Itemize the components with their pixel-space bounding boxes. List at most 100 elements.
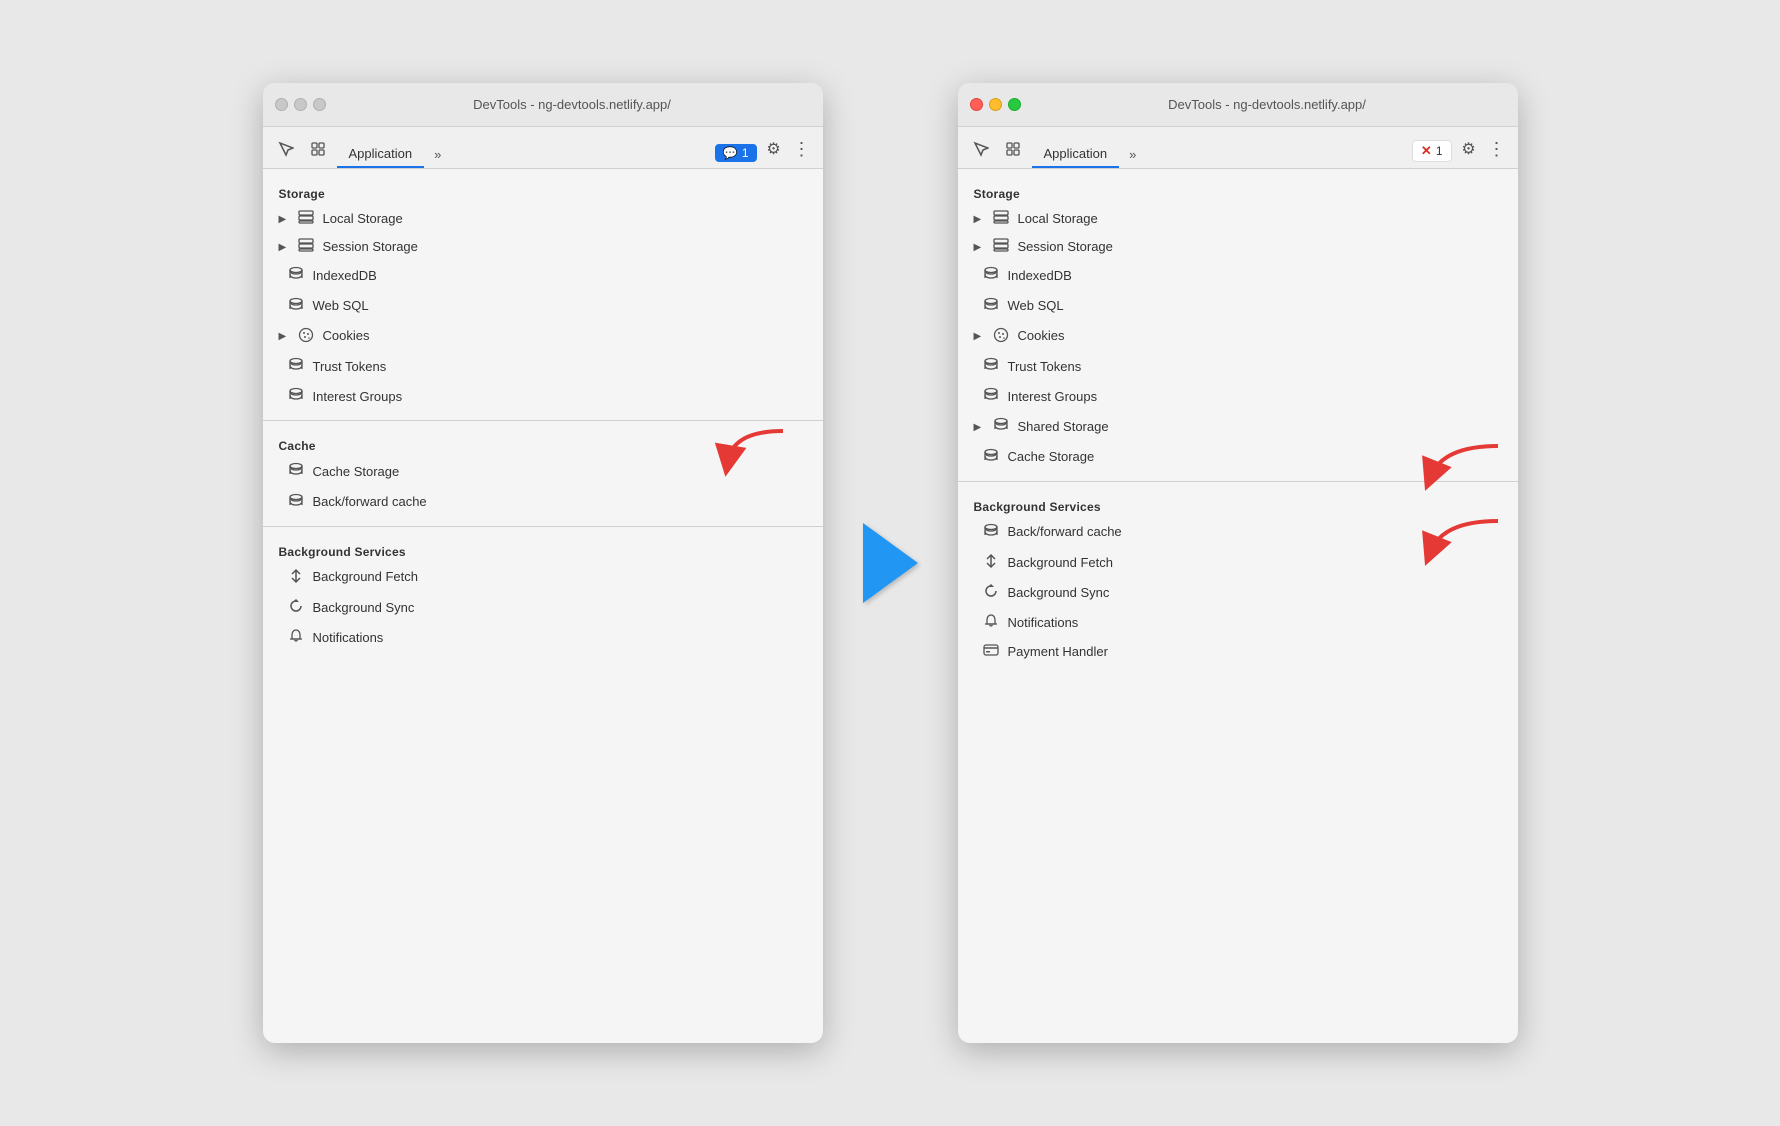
left-backforward-cache-icon	[287, 493, 305, 513]
left-gear-icon[interactable]: ⚙	[761, 136, 787, 162]
left-session-storage-item[interactable]: ▶ Session Storage	[263, 233, 823, 261]
right-bg-fetch-item[interactable]: Background Fetch	[958, 548, 1518, 578]
left-background-header: Background Services	[263, 535, 823, 563]
right-websql-item[interactable]: Web SQL	[958, 292, 1518, 322]
left-cache-section-container: Cache	[263, 429, 823, 457]
right-local-storage-item[interactable]: ▶ Local Storage	[958, 205, 1518, 233]
left-session-storage-icon	[297, 238, 315, 256]
left-cache-storage-item[interactable]: Cache Storage	[263, 457, 823, 487]
left-tl-close[interactable]	[275, 98, 288, 111]
left-trust-tokens-label: Trust Tokens	[313, 359, 807, 376]
right-session-storage-arrow: ▶	[974, 241, 984, 254]
right-background-header: Background Services	[958, 490, 1518, 518]
left-bg-fetch-item[interactable]: Background Fetch	[263, 563, 823, 593]
blue-arrow-shape	[863, 523, 918, 603]
left-more-icon[interactable]: ⋮	[791, 136, 813, 162]
left-websql-item[interactable]: Web SQL	[263, 292, 823, 322]
left-badge[interactable]: 💬 1	[715, 144, 757, 162]
left-notifications-label: Notifications	[313, 630, 807, 647]
right-cookies-icon	[992, 327, 1010, 347]
right-cache-storage-icon	[982, 448, 1000, 468]
left-interest-groups-item[interactable]: Interest Groups	[263, 382, 823, 412]
right-cache-storage-item[interactable]: Cache Storage	[958, 443, 1518, 473]
left-bg-sync-label: Background Sync	[313, 600, 807, 617]
right-tl-max[interactable]	[1008, 98, 1021, 111]
right-title-bar: DevTools - ng-devtools.netlify.app/	[958, 83, 1518, 127]
right-payment-handler-item[interactable]: Payment Handler	[958, 638, 1518, 666]
left-bg-sync-item[interactable]: Background Sync	[263, 593, 823, 623]
right-backforward-cache-item[interactable]: Back/forward cache	[958, 518, 1518, 548]
left-backforward-cache-item[interactable]: Back/forward cache	[263, 488, 823, 518]
left-interest-groups-label: Interest Groups	[313, 389, 807, 406]
left-devtools-window: DevTools - ng-devtools.netlify.app/ Appl…	[263, 83, 823, 1043]
right-shared-storage-icon	[992, 417, 1010, 437]
left-local-storage-item[interactable]: ▶ Local Storage	[263, 205, 823, 233]
left-divider-2	[263, 526, 823, 527]
left-websql-label: Web SQL	[313, 298, 807, 315]
right-indexeddb-icon	[982, 266, 1000, 286]
left-indexeddb-icon	[287, 266, 305, 286]
left-application-tab[interactable]: Application	[337, 134, 425, 168]
left-indexeddb-item[interactable]: IndexedDB	[263, 261, 823, 291]
right-application-tab[interactable]: Application	[1032, 134, 1120, 168]
right-shared-storage-item[interactable]: ▶ Shared Storage	[958, 412, 1518, 442]
left-badge-icon: 💬	[723, 146, 738, 160]
right-more-icon[interactable]: ⋮	[1486, 136, 1508, 162]
right-trust-tokens-item[interactable]: Trust Tokens	[958, 352, 1518, 382]
left-local-storage-icon	[297, 210, 315, 228]
right-cookies-arrow: ▶	[974, 330, 984, 343]
right-tl-min[interactable]	[989, 98, 1002, 111]
left-notifications-icon	[287, 628, 305, 648]
right-notifications-icon	[982, 613, 1000, 633]
right-tl-close[interactable]	[970, 98, 983, 111]
left-indexeddb-label: IndexedDB	[313, 268, 807, 285]
right-backforward-container: Back/forward cache	[958, 518, 1518, 548]
right-indexeddb-item[interactable]: IndexedDB	[958, 261, 1518, 291]
left-tab-chevron[interactable]: »	[428, 134, 447, 168]
left-cookies-item[interactable]: ▶ Cookies	[263, 322, 823, 352]
left-cookies-label: Cookies	[323, 328, 807, 345]
left-tab-bar: Application » 💬 1 ⚙ ⋮	[263, 127, 823, 169]
right-websql-icon	[982, 297, 1000, 317]
right-tab-chevron[interactable]: »	[1123, 134, 1142, 168]
left-trust-tokens-item[interactable]: Trust Tokens	[263, 352, 823, 382]
right-cookies-label: Cookies	[1018, 328, 1502, 345]
right-inspect-icon[interactable]	[968, 136, 994, 162]
right-interest-groups-icon	[982, 387, 1000, 407]
left-session-storage-arrow: ▶	[279, 241, 289, 254]
right-gear-icon[interactable]: ⚙	[1456, 136, 1482, 162]
right-badge[interactable]: ✕ 1	[1412, 140, 1452, 162]
right-storage-header: Storage	[958, 177, 1518, 205]
right-bg-sync-item[interactable]: Background Sync	[958, 578, 1518, 608]
right-session-storage-icon	[992, 238, 1010, 256]
right-traffic-lights	[970, 98, 1021, 111]
left-layers-icon[interactable]	[305, 136, 331, 162]
right-notifications-label: Notifications	[1008, 615, 1502, 632]
right-layers-icon[interactable]	[1000, 136, 1026, 162]
left-bg-sync-icon	[287, 598, 305, 618]
left-session-storage-label: Session Storage	[323, 239, 807, 256]
right-trust-tokens-label: Trust Tokens	[1008, 359, 1502, 376]
right-payment-handler-label: Payment Handler	[1008, 644, 1502, 661]
left-tl-min[interactable]	[294, 98, 307, 111]
right-cookies-item[interactable]: ▶ Cookies	[958, 322, 1518, 352]
right-notifications-item[interactable]: Notifications	[958, 608, 1518, 638]
right-interest-groups-label: Interest Groups	[1008, 389, 1502, 406]
right-shared-storage-container: ▶ Shared Storage	[958, 412, 1518, 442]
left-inspect-icon[interactable]	[273, 136, 299, 162]
left-divider-1	[263, 420, 823, 421]
right-devtools-window: DevTools - ng-devtools.netlify.app/ Appl…	[958, 83, 1518, 1043]
right-trust-tokens-icon	[982, 357, 1000, 377]
right-session-storage-item[interactable]: ▶ Session Storage	[958, 233, 1518, 261]
right-bg-sync-icon	[982, 583, 1000, 603]
right-bg-fetch-label: Background Fetch	[1008, 555, 1502, 572]
left-backforward-cache-label: Back/forward cache	[313, 494, 807, 511]
left-cache-storage-label: Cache Storage	[313, 464, 807, 481]
right-interest-groups-item[interactable]: Interest Groups	[958, 382, 1518, 412]
right-badge-icon: ✕	[1421, 143, 1432, 159]
right-cache-storage-label: Cache Storage	[1008, 449, 1502, 466]
left-tl-max[interactable]	[313, 98, 326, 111]
right-websql-label: Web SQL	[1008, 298, 1502, 315]
left-bg-fetch-label: Background Fetch	[313, 569, 807, 586]
left-notifications-item[interactable]: Notifications	[263, 623, 823, 653]
